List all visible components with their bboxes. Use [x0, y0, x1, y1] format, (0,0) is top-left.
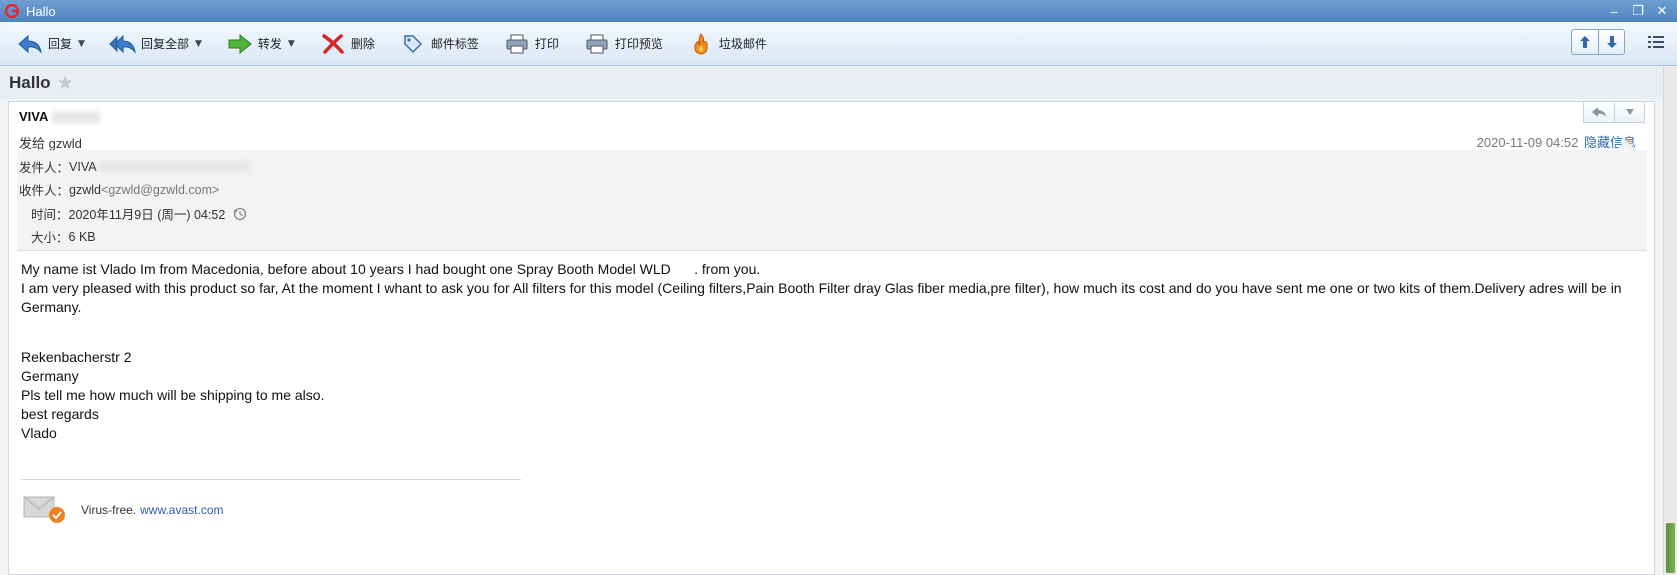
list-view-button[interactable] — [1643, 30, 1669, 54]
reply-icon — [16, 31, 44, 57]
clock-history-icon[interactable] — [233, 207, 247, 221]
print-preview-button[interactable]: 打印预览 — [577, 29, 669, 59]
avast-link[interactable]: www.avast.com — [140, 503, 223, 517]
sender-name-text: VIVA — [19, 109, 49, 124]
redacted-text — [52, 112, 101, 124]
print-label: 打印 — [534, 37, 559, 51]
size-label: 大小： — [31, 231, 69, 245]
body-line: Pls tell me how much will be shipping to… — [21, 387, 325, 403]
address-line: Rekenbacherstr 2 — [21, 349, 132, 365]
window-title: Hallo — [26, 3, 56, 19]
message-details: 发件人： VIVA 收件人： gzwld <gzwld@gzwld.com> 时… — [17, 140, 1647, 251]
toolbar: 回复 ▼ 回复全部 ▼ 转发 ▼ 删除 邮件标签 打印 打印预览 垃圾邮件 — [0, 22, 1677, 66]
sender-name: VIVA — [19, 109, 101, 124]
more-actions-button[interactable] — [1614, 102, 1644, 122]
time-label: 时间： — [31, 208, 69, 222]
message-date-line: 2020-11-09 04:52 隐藏信息 — [1477, 132, 1636, 151]
printer-icon — [503, 31, 531, 57]
reply-arrow-icon — [1592, 107, 1606, 117]
app-logo-icon — [4, 3, 20, 19]
from-row: 发件人： VIVA — [19, 157, 249, 176]
delete-label: 删除 — [350, 37, 375, 51]
chevron-down-icon — [1625, 109, 1634, 115]
restore-button[interactable]: ❐ — [1627, 2, 1649, 20]
to-row: 收件人： gzwld <gzwld@gzwld.com> — [19, 180, 219, 199]
from-label: 发件人： — [19, 161, 70, 175]
spam-label: 垃圾邮件 — [718, 37, 767, 51]
closing-line: best regards — [21, 406, 99, 422]
print-preview-icon — [583, 31, 611, 57]
address-line: Germany — [21, 368, 79, 384]
time-row: 时间： 2020年11月9日 (周一) 04:52 — [31, 204, 247, 223]
reply-all-dropdown-icon[interactable]: ▼ — [195, 39, 202, 49]
scrollbar-thumb[interactable] — [1666, 523, 1675, 573]
tags-button[interactable]: 邮件标签 — [393, 29, 485, 59]
print-preview-label: 打印预览 — [614, 37, 663, 51]
message-subject: Hallo — [9, 73, 51, 92]
delete-button[interactable]: 删除 — [313, 29, 381, 59]
arrow-down-icon — [1606, 36, 1617, 48]
size-value: 6 KB — [68, 229, 96, 244]
subject-bar: Hallo ★ — [0, 67, 1677, 99]
window-titlebar: Hallo – ❐ ✕ — [0, 0, 1677, 22]
reply-dropdown-icon[interactable]: ▼ — [78, 39, 85, 49]
message-date: 2020-11-09 04:52 — [1476, 135, 1579, 150]
body-line: My name ist Vlado Im from Macedonia, bef… — [21, 261, 761, 277]
reply-all-button[interactable]: 回复全部 ▼ — [103, 29, 208, 59]
print-button[interactable]: 打印 — [497, 29, 565, 59]
size-row: 大小： 6 KB — [31, 227, 96, 246]
to-name[interactable]: gzwld — [69, 183, 101, 197]
redacted-address-line — [21, 329, 171, 348]
delete-x-icon — [319, 31, 347, 57]
minimize-button[interactable]: – — [1603, 2, 1625, 20]
vertical-scrollbar[interactable] — [1663, 67, 1677, 575]
close-button[interactable]: ✕ — [1651, 2, 1673, 20]
to-label: 收件人： — [19, 184, 70, 198]
message-body: My name ist Vlado Im from Macedonia, bef… — [21, 260, 1641, 443]
forward-label: 转发 — [257, 37, 282, 51]
to-email: <gzwld@gzwld.com> — [100, 182, 220, 197]
avast-mail-icon — [23, 494, 67, 526]
arrow-up-icon — [1580, 36, 1590, 48]
reply-button[interactable]: 回复 ▼ — [10, 29, 91, 59]
reply-all-icon — [109, 31, 137, 57]
spam-button[interactable]: 垃圾邮件 — [681, 29, 773, 59]
virus-free-text: Virus-free. — [81, 503, 137, 517]
tags-label: 邮件标签 — [430, 37, 479, 51]
avast-signature: Virus-free. www.avast.com — [23, 494, 224, 526]
forward-arrow-icon — [226, 31, 254, 57]
signature-name: Vlado — [21, 425, 57, 441]
star-icon[interactable]: ★ — [57, 72, 74, 95]
list-icon — [1648, 36, 1664, 48]
body-line: I am very pleased with this product so f… — [21, 280, 1626, 315]
message-panel: VIVA 发给 gzwld 2020-11-09 04:52 隐藏信息 发件人：… — [8, 101, 1655, 575]
message-navigation — [1571, 29, 1625, 55]
tag-icon — [399, 31, 427, 57]
reply-label: 回复 — [48, 37, 73, 51]
redacted-text — [98, 161, 249, 172]
next-message-button[interactable] — [1598, 30, 1624, 54]
forward-button[interactable]: 转发 ▼ — [220, 29, 301, 59]
from-value: VIVA — [69, 159, 97, 174]
signature-divider — [21, 479, 521, 480]
reply-all-label: 回复全部 — [140, 37, 189, 51]
flame-icon — [687, 31, 715, 57]
previous-message-button[interactable] — [1572, 30, 1598, 54]
forward-dropdown-icon[interactable]: ▼ — [288, 39, 295, 49]
time-value: 2020年11月9日 (周一) 04:52 — [68, 208, 226, 222]
message-actions — [1583, 101, 1645, 123]
quick-reply-button[interactable] — [1584, 102, 1614, 122]
